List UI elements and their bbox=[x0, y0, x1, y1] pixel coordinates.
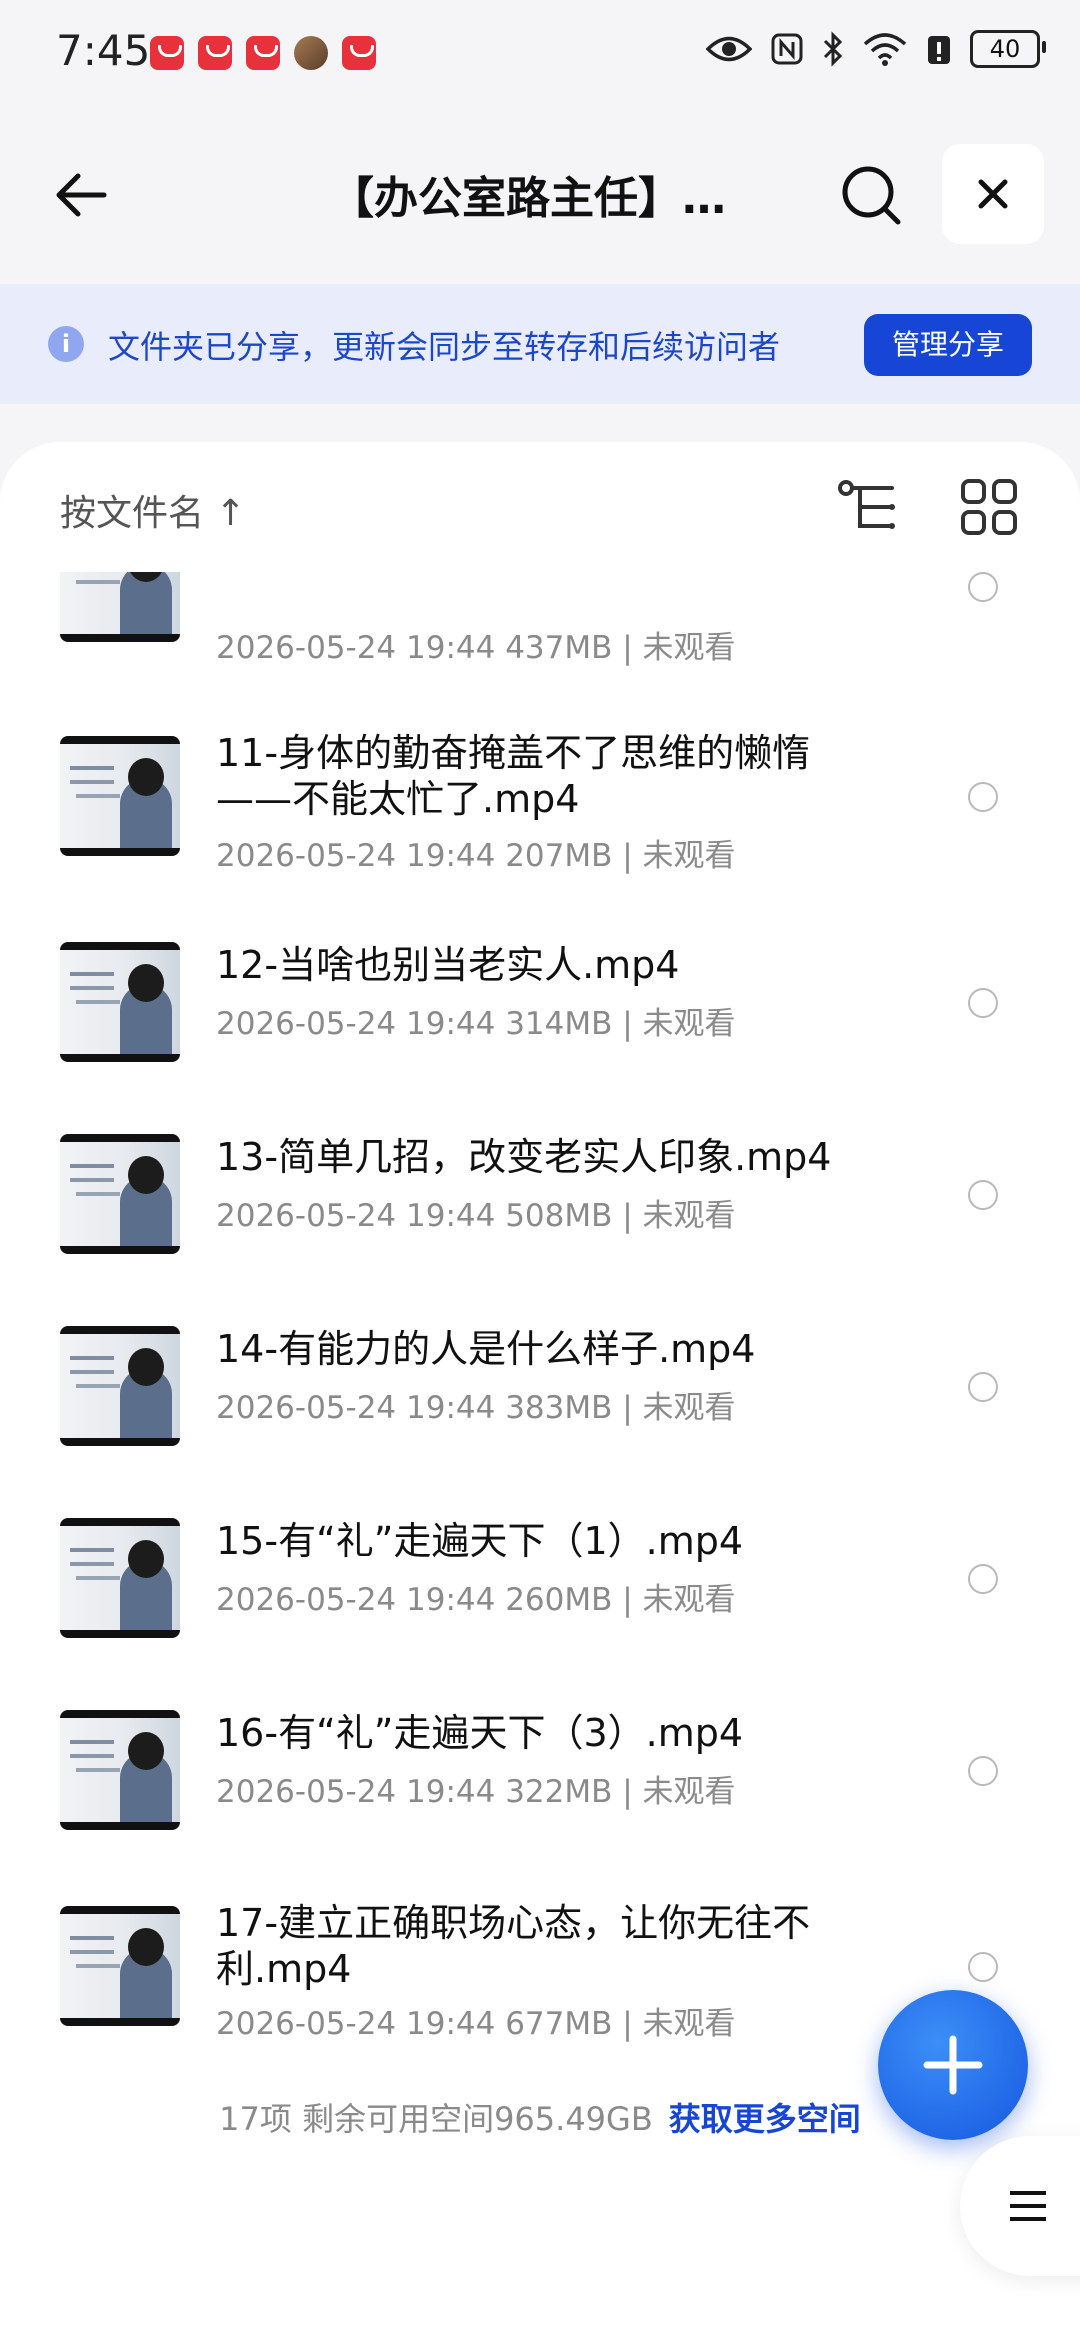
file-row[interactable]: 14-有能力的人是什么样子.mp4 2026-05-24 19:44 383MB… bbox=[0, 1286, 1080, 1476]
sort-bar: 按文件名 ↑ bbox=[0, 442, 1080, 572]
file-name: 14-有能力的人是什么样子.mp4 bbox=[216, 1327, 756, 1371]
select-radio[interactable] bbox=[968, 572, 998, 602]
wifi-icon bbox=[863, 33, 907, 66]
status-time: 7:45 bbox=[56, 26, 151, 75]
select-radio[interactable] bbox=[968, 1952, 998, 1982]
battery-icon: 40 bbox=[970, 30, 1046, 68]
nav-bar: 【办公室路主任】… bbox=[0, 140, 1080, 250]
select-radio[interactable] bbox=[968, 1756, 998, 1786]
file-name: 17-建立正确职场心态，让你无往不利.mp4 bbox=[216, 1901, 811, 1991]
select-radio[interactable] bbox=[968, 988, 998, 1018]
menu-icon bbox=[1010, 2191, 1046, 2221]
file-name: 16-有“礼”走遍天下（3）.mp4 bbox=[216, 1711, 744, 1755]
grid-view-button[interactable] bbox=[960, 478, 1018, 536]
huawei-app-icon bbox=[342, 36, 376, 70]
select-radio[interactable] bbox=[968, 1372, 998, 1402]
file-meta: 2026-05-24 19:44 207MB | 未观看 bbox=[216, 838, 736, 874]
storage-text: 17项 剩余可用空间965.49GB bbox=[219, 2100, 653, 2138]
manage-share-button[interactable]: 管理分享 bbox=[864, 314, 1032, 376]
huawei-app-icon bbox=[150, 36, 184, 70]
huawei-app-icon bbox=[198, 36, 232, 70]
tree-view-button[interactable] bbox=[836, 476, 900, 540]
select-radio[interactable] bbox=[968, 1180, 998, 1210]
video-thumbnail bbox=[60, 1710, 180, 1830]
close-icon bbox=[978, 179, 1008, 209]
arrow-left-icon bbox=[56, 173, 107, 217]
plus-icon bbox=[923, 2035, 983, 2095]
sort-by-name-button[interactable]: 按文件名 ↑ bbox=[60, 484, 246, 536]
video-thumbnail bbox=[60, 572, 180, 642]
battery-level: 40 bbox=[989, 35, 1021, 63]
huawei-app-icon bbox=[246, 36, 280, 70]
bluetooth-icon bbox=[823, 31, 843, 67]
file-row[interactable]: 16-有“礼”走遍天下（3）.mp4 2026-05-24 19:44 322M… bbox=[0, 1670, 1080, 1860]
share-banner: i 文件夹已分享，更新会同步至转存和后续访问者 管理分享 bbox=[0, 284, 1080, 404]
status-bar: 7:45 40 bbox=[0, 0, 1080, 110]
file-row[interactable]: 15-有“礼”走遍天下（1）.mp4 2026-05-24 19:44 260M… bbox=[0, 1478, 1080, 1668]
video-thumbnail bbox=[60, 736, 180, 856]
share-banner-text: 文件夹已分享，更新会同步至转存和后续访问者 bbox=[108, 328, 781, 366]
file-row[interactable]: 12-当啥也别当老实人.mp4 2026-05-24 19:44 314MB |… bbox=[0, 902, 1080, 1092]
file-meta: 2026-05-24 19:44 508MB | 未观看 bbox=[216, 1198, 736, 1234]
select-radio[interactable] bbox=[968, 782, 998, 812]
file-row[interactable]: 11-身体的勤奋掩盖不了思维的懒惰——不能太忙了.mp4 2026-05-24 … bbox=[0, 692, 1080, 882]
battery-saver-icon bbox=[928, 36, 950, 64]
file-meta: 2026-05-24 19:44 322MB | 未观看 bbox=[216, 1774, 736, 1810]
video-thumbnail bbox=[60, 1326, 180, 1446]
file-meta: 2026-05-24 19:44 437MB | 未观看 bbox=[216, 630, 736, 666]
file-name: 15-有“礼”走遍天下（1）.mp4 bbox=[216, 1519, 744, 1563]
file-meta: 2026-05-24 19:44 383MB | 未观看 bbox=[216, 1390, 736, 1426]
add-fab[interactable] bbox=[878, 1990, 1028, 2140]
nfc-icon bbox=[771, 33, 803, 65]
video-thumbnail bbox=[60, 1518, 180, 1638]
file-name: 13-简单几招，改变老实人印象.mp4 bbox=[216, 1135, 832, 1179]
file-name: 12-当啥也别当老实人.mp4 bbox=[216, 943, 680, 987]
avatar bbox=[294, 36, 328, 70]
video-thumbnail bbox=[60, 1134, 180, 1254]
page-title: 【办公室路主任】… bbox=[330, 173, 726, 224]
tree-view-icon bbox=[838, 480, 895, 529]
file-meta: 2026-05-24 19:44 677MB | 未观看 bbox=[216, 2006, 736, 2042]
video-thumbnail bbox=[60, 942, 180, 1062]
get-more-space-link[interactable]: 获取更多空间 bbox=[669, 2100, 861, 2138]
video-thumbnail bbox=[60, 1906, 180, 2026]
screen: 7:45 40 【办公室路主任】… i 文件夹已分享，更新会同步至转存和后续访问… bbox=[0, 0, 1080, 2340]
file-name: 11-身体的勤奋掩盖不了思维的懒惰——不能太忙了.mp4 bbox=[216, 731, 811, 821]
file-row[interactable]: 2026-05-24 19:44 437MB | 未观看 bbox=[0, 572, 1080, 692]
select-radio[interactable] bbox=[968, 1564, 998, 1594]
eye-icon bbox=[706, 36, 752, 62]
system-icons: 40 bbox=[706, 30, 1046, 68]
search-icon bbox=[842, 166, 901, 225]
search-button[interactable] bbox=[836, 160, 906, 230]
notification-icons bbox=[150, 36, 376, 70]
grid-view-icon bbox=[961, 479, 1017, 535]
back-button[interactable] bbox=[48, 160, 118, 230]
close-button[interactable] bbox=[942, 144, 1044, 244]
file-meta: 2026-05-24 19:44 314MB | 未观看 bbox=[216, 1006, 736, 1042]
info-icon: i bbox=[48, 326, 84, 362]
file-row[interactable]: 13-简单几招，改变老实人印象.mp4 2026-05-24 19:44 508… bbox=[0, 1094, 1080, 1284]
file-list: 2026-05-24 19:44 437MB | 未观看 11-身体的勤奋掩盖不… bbox=[0, 572, 1080, 2042]
file-meta: 2026-05-24 19:44 260MB | 未观看 bbox=[216, 1582, 736, 1618]
